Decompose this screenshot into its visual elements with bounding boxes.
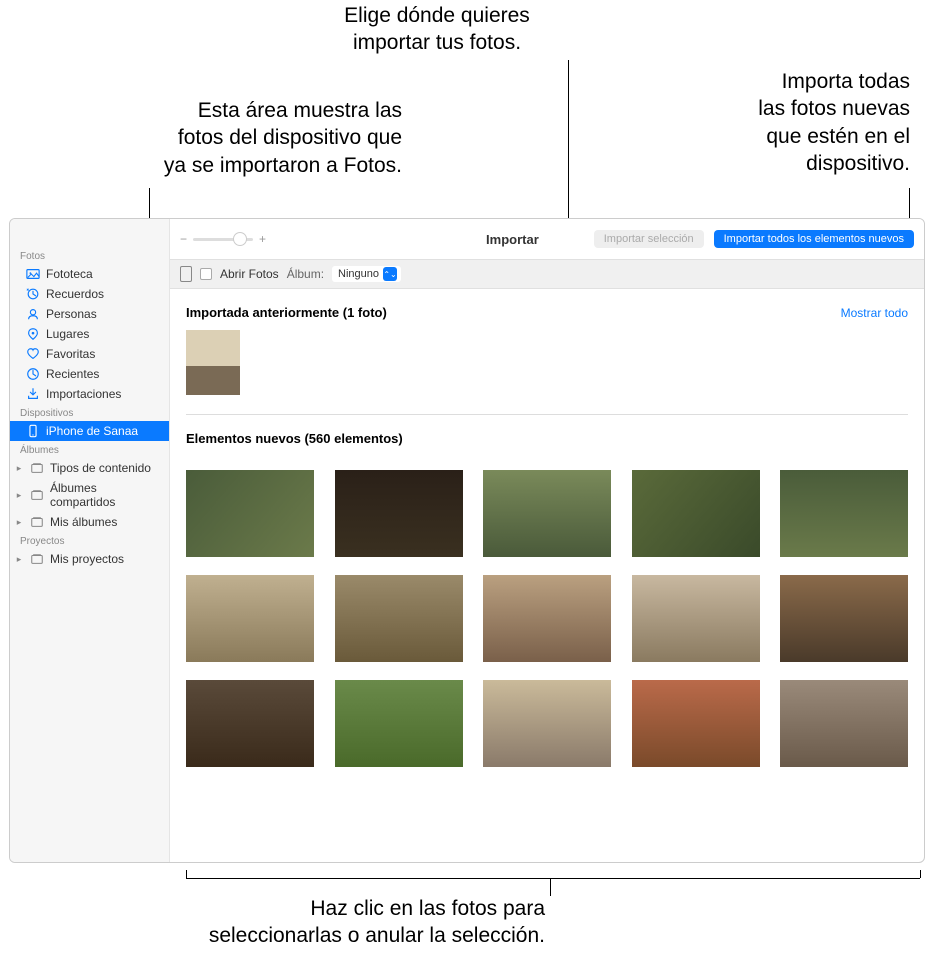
sidebar-section-dispositivos: Dispositivos xyxy=(10,404,169,421)
callout-line xyxy=(920,870,921,878)
sidebar: Fotos Fototeca Recuerdos Personas Lugare… xyxy=(10,219,170,862)
chevron-right-icon[interactable]: ▸ xyxy=(14,463,24,474)
sidebar-item-favoritas[interactable]: Favoritas xyxy=(10,344,169,364)
album-icon xyxy=(30,515,44,529)
thumbnail-row xyxy=(186,470,908,557)
sidebar-item-label: Importaciones xyxy=(46,387,159,401)
sidebar-item-lugares[interactable]: Lugares xyxy=(10,324,169,344)
memories-icon xyxy=(26,287,40,301)
sidebar-item-personas[interactable]: Personas xyxy=(10,304,169,324)
chevron-updown-icon: ⌃⌄ xyxy=(383,267,397,281)
photo-thumbnail[interactable] xyxy=(780,470,908,557)
toolbar: − + Importar Importar selección Importar… xyxy=(170,219,924,259)
page-title: Importar xyxy=(486,232,539,247)
sidebar-item-label: Fototeca xyxy=(46,267,159,281)
chevron-right-icon[interactable]: ▸ xyxy=(14,490,24,501)
places-icon xyxy=(26,327,40,341)
zoom-slider[interactable]: − + xyxy=(180,232,266,246)
sidebar-item-tipos-contenido[interactable]: ▸ Tipos de contenido xyxy=(10,458,169,478)
sidebar-item-mis-albumes[interactable]: ▸ Mis álbumes xyxy=(10,512,169,532)
section-title: Elementos nuevos (560 elementos) xyxy=(186,431,403,446)
photo-thumbnail[interactable] xyxy=(632,680,760,767)
album-icon xyxy=(30,461,44,475)
clock-icon xyxy=(26,367,40,381)
new-items-header: Elementos nuevos (560 elementos) xyxy=(186,425,908,452)
sidebar-item-label: Lugares xyxy=(46,327,159,341)
show-all-link[interactable]: Mostrar todo xyxy=(841,306,908,320)
photos-window: Fotos Fototeca Recuerdos Personas Lugare… xyxy=(9,218,925,863)
album-label: Álbum: xyxy=(287,267,324,281)
people-icon xyxy=(26,307,40,321)
sidebar-section-proyectos: Proyectos xyxy=(10,532,169,549)
photo-thumbnail[interactable] xyxy=(483,680,611,767)
import-subbar: Abrir Fotos Álbum: Ninguno ⌃⌄ xyxy=(170,259,924,289)
divider xyxy=(186,414,908,415)
photo-thumbnail[interactable] xyxy=(186,470,314,557)
sidebar-item-recuerdos[interactable]: Recuerdos xyxy=(10,284,169,304)
annotation-import-all: Importa todaslas fotos nuevasque estén e… xyxy=(690,68,910,177)
already-imported-header: Importada anteriormente (1 foto) Mostrar… xyxy=(186,299,908,326)
annotation-click-select: Haz clic en las fotos paraseleccionarlas… xyxy=(130,895,545,950)
photo-thumbnail[interactable] xyxy=(780,680,908,767)
photo-thumbnail[interactable] xyxy=(335,680,463,767)
sidebar-item-label: Favoritas xyxy=(46,347,159,361)
photo-thumbnail[interactable] xyxy=(483,575,611,662)
phone-icon xyxy=(26,424,40,438)
sidebar-section-fotos: Fotos xyxy=(10,247,169,264)
thumbnail-row xyxy=(186,575,908,662)
minus-icon: − xyxy=(180,232,187,246)
sidebar-item-label: Personas xyxy=(46,307,159,321)
photo-thumbnail[interactable] xyxy=(632,470,760,557)
callout-line xyxy=(186,878,920,879)
thumbnail-row xyxy=(186,680,908,767)
sidebar-item-label: Mis proyectos xyxy=(50,552,159,566)
album-icon xyxy=(30,552,44,566)
album-select-value: Ninguno xyxy=(338,268,379,280)
device-icon xyxy=(180,266,192,282)
import-icon xyxy=(26,387,40,401)
import-selected-button: Importar selección xyxy=(594,230,704,248)
sidebar-item-label: Mis álbumes xyxy=(50,515,159,529)
sidebar-item-fototeca[interactable]: Fototeca xyxy=(10,264,169,284)
sidebar-item-label: Recuerdos xyxy=(46,287,159,301)
callout-line xyxy=(186,870,187,878)
import-all-new-button[interactable]: Importar todos los elementos nuevos xyxy=(714,230,914,248)
callout-line xyxy=(550,878,551,896)
photo-thumbnail[interactable] xyxy=(335,575,463,662)
sidebar-item-mis-proyectos[interactable]: ▸ Mis proyectos xyxy=(10,549,169,569)
sidebar-item-albumes-compartidos[interactable]: ▸ Álbumes compartidos xyxy=(10,478,169,512)
album-select[interactable]: Ninguno ⌃⌄ xyxy=(332,266,401,282)
sidebar-item-device[interactable]: iPhone de Sanaa xyxy=(10,421,169,441)
sidebar-item-recientes[interactable]: Recientes xyxy=(10,364,169,384)
sidebar-item-label: Recientes xyxy=(46,367,159,381)
photo-thumbnail[interactable] xyxy=(186,575,314,662)
heart-icon xyxy=(26,347,40,361)
slider-thumb[interactable] xyxy=(233,232,247,246)
content-area: Importada anteriormente (1 foto) Mostrar… xyxy=(170,289,924,862)
open-photos-checkbox[interactable] xyxy=(200,268,212,280)
album-icon xyxy=(30,488,44,502)
photo-thumbnail[interactable] xyxy=(780,575,908,662)
sidebar-section-albumes: Álbumes xyxy=(10,441,169,458)
slider-track[interactable] xyxy=(193,238,253,241)
chevron-right-icon[interactable]: ▸ xyxy=(14,554,24,565)
chevron-right-icon[interactable]: ▸ xyxy=(14,517,24,528)
photo-thumbnail[interactable] xyxy=(483,470,611,557)
annotation-already-imported: Esta área muestra lasfotos del dispositi… xyxy=(72,97,402,179)
open-photos-label: Abrir Fotos xyxy=(220,267,279,281)
photos-icon xyxy=(26,267,40,281)
sidebar-item-importaciones[interactable]: Importaciones xyxy=(10,384,169,404)
photo-thumbnail[interactable] xyxy=(335,470,463,557)
photo-thumbnail[interactable] xyxy=(186,680,314,767)
sidebar-item-label: Tipos de contenido xyxy=(50,461,159,475)
annotation-choose-destination: Elige dónde quieresimportar tus fotos. xyxy=(307,2,567,57)
photo-thumbnail[interactable] xyxy=(632,575,760,662)
sidebar-item-label: iPhone de Sanaa xyxy=(46,424,159,438)
sidebar-item-label: Álbumes compartidos xyxy=(50,481,159,509)
photo-thumbnail[interactable] xyxy=(186,330,240,395)
section-title: Importada anteriormente (1 foto) xyxy=(186,305,387,320)
plus-icon: + xyxy=(259,232,266,246)
